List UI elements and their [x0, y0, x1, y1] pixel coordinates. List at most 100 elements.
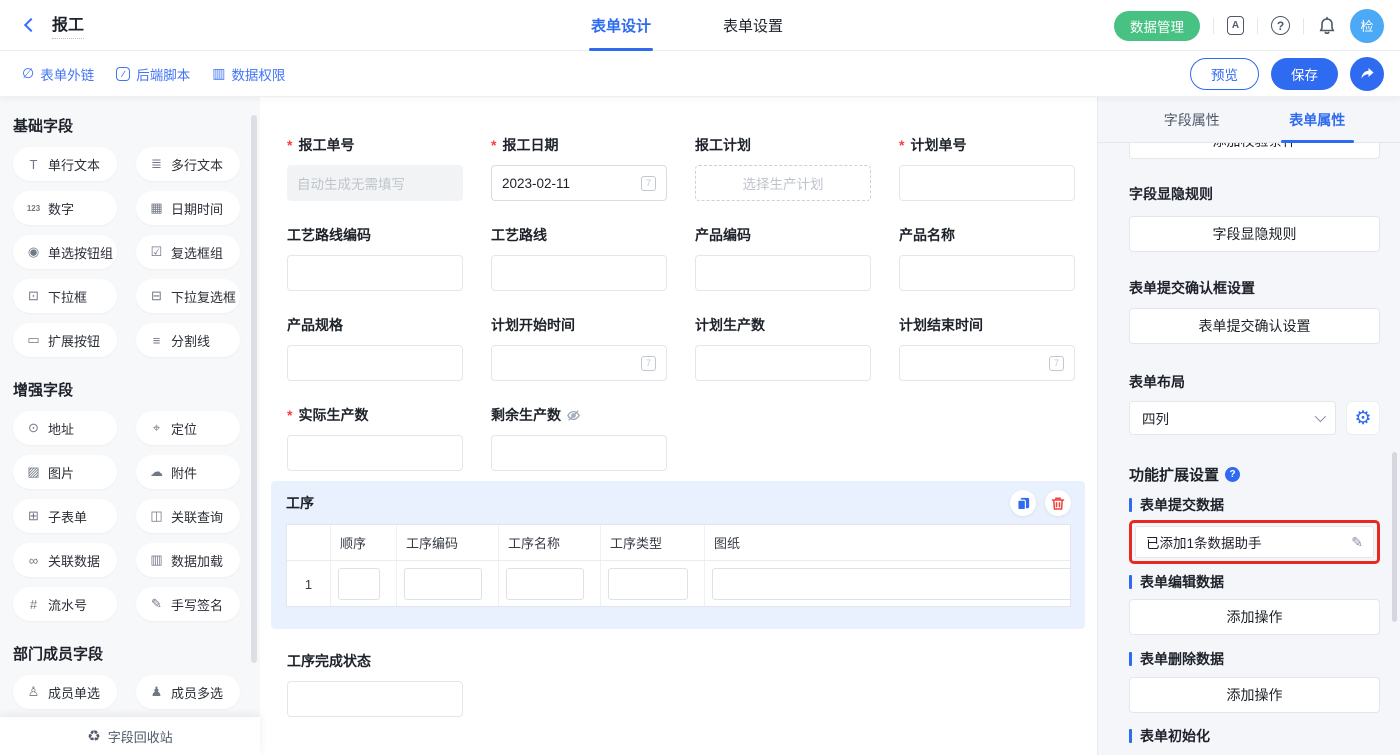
field-subform[interactable]: ⊞子表单 [13, 499, 117, 533]
actual-qty-input[interactable] [287, 435, 463, 471]
field-multi-dropdown[interactable]: ⊟下拉复选框 [136, 279, 240, 313]
field-data-load[interactable]: ▥数据加载 [136, 543, 240, 577]
question-badge-icon[interactable]: ? [1225, 467, 1240, 482]
layout-select[interactable]: 四列 [1129, 401, 1336, 435]
copy-button[interactable] [1010, 490, 1036, 516]
field-single-line-text[interactable]: T单行文本 [13, 147, 117, 181]
multi-line-text-icon: ≣ [149, 156, 164, 172]
process-type-cell-input[interactable] [608, 568, 688, 600]
linked-query-icon: ◫ [149, 508, 164, 524]
field-checkbox-group[interactable]: ☑复选框组 [136, 235, 240, 269]
tab-field-properties[interactable]: 字段属性 [1129, 97, 1255, 142]
field-product-spec[interactable]: 产品规格 [287, 315, 463, 381]
report-plan-input[interactable]: 选择生产计划 [695, 165, 871, 201]
column-header-process-name: 工序名称 [499, 525, 601, 560]
plan-qty-input[interactable] [695, 345, 871, 381]
tab-form-settings[interactable]: 表单设置 [687, 0, 819, 51]
field-route[interactable]: 工艺路线 [491, 225, 667, 291]
copy-icon [1016, 496, 1031, 511]
radio-icon: ◉ [26, 244, 41, 260]
edit-pencil-icon[interactable]: ✎ [1351, 534, 1363, 551]
field-image[interactable]: ▨图片 [13, 455, 117, 489]
field-datetime[interactable]: ▦日期时间 [136, 191, 240, 225]
product-spec-input[interactable] [287, 345, 463, 381]
field-plan-end-time[interactable]: 计划结束时间 7 [899, 315, 1075, 381]
plan-start-time-input[interactable]: 7 [491, 345, 667, 381]
field-divider[interactable]: ≡分割线 [136, 323, 240, 357]
visibility-rules-button[interactable]: 字段显隐规则 [1129, 216, 1380, 252]
notification-bell-icon[interactable] [1317, 16, 1337, 36]
field-recycle-bin[interactable]: ♻ 字段回收站 [0, 717, 260, 755]
save-button[interactable]: 保存 [1271, 58, 1338, 90]
route-input[interactable] [491, 255, 667, 291]
add-validation-button[interactable]: 添加校验条件 [1129, 143, 1380, 159]
field-serial-number[interactable]: #流水号 [13, 587, 117, 621]
order-cell-input[interactable] [338, 568, 380, 600]
dropdown-icon: ⊡ [26, 288, 41, 304]
plan-end-time-input[interactable]: 7 [899, 345, 1075, 381]
drawing-cell-input[interactable] [712, 568, 1071, 600]
data-manage-button[interactable]: 数据管理 [1114, 11, 1200, 41]
field-actual-qty[interactable]: *实际生产数 [287, 405, 463, 471]
panel-scroll-area: 添加校验条件 字段显隐规则 字段显隐规则 表单提交确认框设置 表单提交确认设置 … [1098, 143, 1400, 755]
process-status-input[interactable] [287, 681, 463, 717]
field-extend-button[interactable]: ▭扩展按钮 [13, 323, 117, 357]
field-product-code[interactable]: 产品编码 [695, 225, 871, 291]
user-avatar[interactable]: 检 [1350, 9, 1384, 43]
report-no-input[interactable]: 自动生成无需填写 [287, 165, 463, 201]
submit-data-assistant[interactable]: 已添加1条数据助手 ✎ [1135, 526, 1374, 558]
panel-scrollbar[interactable] [1392, 452, 1397, 622]
field-report-plan[interactable]: 报工计划 选择生产计划 [695, 135, 871, 201]
subform-title: 工序 [286, 493, 314, 513]
field-plan-qty[interactable]: 计划生产数 [695, 315, 871, 381]
external-link-action[interactable]: ∅ 表单外链 [22, 64, 94, 84]
delete-button[interactable] [1045, 490, 1071, 516]
process-name-cell-input[interactable] [506, 568, 584, 600]
field-radio-group[interactable]: ◉单选按钮组 [13, 235, 117, 269]
field-process-status[interactable]: 工序完成状态 [287, 651, 463, 717]
plan-no-input[interactable] [899, 165, 1075, 201]
field-product-name[interactable]: 产品名称 [899, 225, 1075, 291]
form-toolbar: ∅ 表单外链 ∕ 后端脚本 ▥ 数据权限 预览 保存 [0, 51, 1400, 97]
field-address[interactable]: ⊙地址 [13, 411, 117, 445]
subform-process[interactable]: 工序 [271, 481, 1085, 629]
delete-data-add-button[interactable]: 添加操作 [1129, 677, 1380, 713]
field-route-code[interactable]: 工艺路线编码 [287, 225, 463, 291]
field-report-date[interactable]: *报工日期 2023-02-11 7 [491, 135, 667, 201]
product-name-input[interactable] [899, 255, 1075, 291]
edit-data-add-button[interactable]: 添加操作 [1129, 599, 1380, 635]
field-plan-start-time[interactable]: 计划开始时间 7 [491, 315, 667, 381]
field-number[interactable]: 123数字 [13, 191, 117, 225]
back-button[interactable] [14, 8, 48, 42]
sidebar-scrollbar[interactable] [251, 115, 257, 663]
data-permission-action[interactable]: ▥ 数据权限 [212, 64, 285, 84]
field-signature[interactable]: ✎手写签名 [136, 587, 240, 621]
field-location[interactable]: ⌖定位 [136, 411, 240, 445]
route-code-input[interactable] [287, 255, 463, 291]
submit-confirm-button[interactable]: 表单提交确认设置 [1129, 308, 1380, 344]
highlight-red-box: 已添加1条数据助手 ✎ [1129, 520, 1380, 564]
field-linked-query[interactable]: ◫关联查询 [136, 499, 240, 533]
field-multi-line-text[interactable]: ≣多行文本 [136, 147, 240, 181]
layout-settings-button[interactable]: ⚙ [1346, 401, 1380, 435]
tab-form-properties[interactable]: 表单属性 [1255, 97, 1381, 142]
preview-button[interactable]: 预览 [1190, 58, 1259, 90]
field-linked-data[interactable]: ∞关联数据 [13, 543, 117, 577]
field-dropdown[interactable]: ⊡下拉框 [13, 279, 117, 313]
field-member-single[interactable]: ♙成员单选 [13, 675, 117, 709]
contacts-icon[interactable]: A [1227, 16, 1244, 35]
field-report-no[interactable]: *报工单号 自动生成无需填写 [287, 135, 463, 201]
field-attachment[interactable]: ☁附件 [136, 455, 240, 489]
report-date-input[interactable]: 2023-02-11 7 [491, 165, 667, 201]
remaining-qty-input[interactable] [491, 435, 667, 471]
field-member-multi[interactable]: ♟成员多选 [136, 675, 240, 709]
tab-form-design[interactable]: 表单设计 [555, 0, 687, 51]
backend-script-action[interactable]: ∕ 后端脚本 [116, 64, 190, 84]
field-remaining-qty[interactable]: 剩余生产数 [491, 405, 667, 471]
field-plan-no[interactable]: *计划单号 [899, 135, 1075, 201]
process-code-cell-input[interactable] [404, 568, 482, 600]
datetime-icon: ▦ [149, 200, 164, 216]
share-button[interactable] [1350, 57, 1384, 91]
product-code-input[interactable] [695, 255, 871, 291]
help-icon[interactable]: ? [1271, 16, 1290, 35]
